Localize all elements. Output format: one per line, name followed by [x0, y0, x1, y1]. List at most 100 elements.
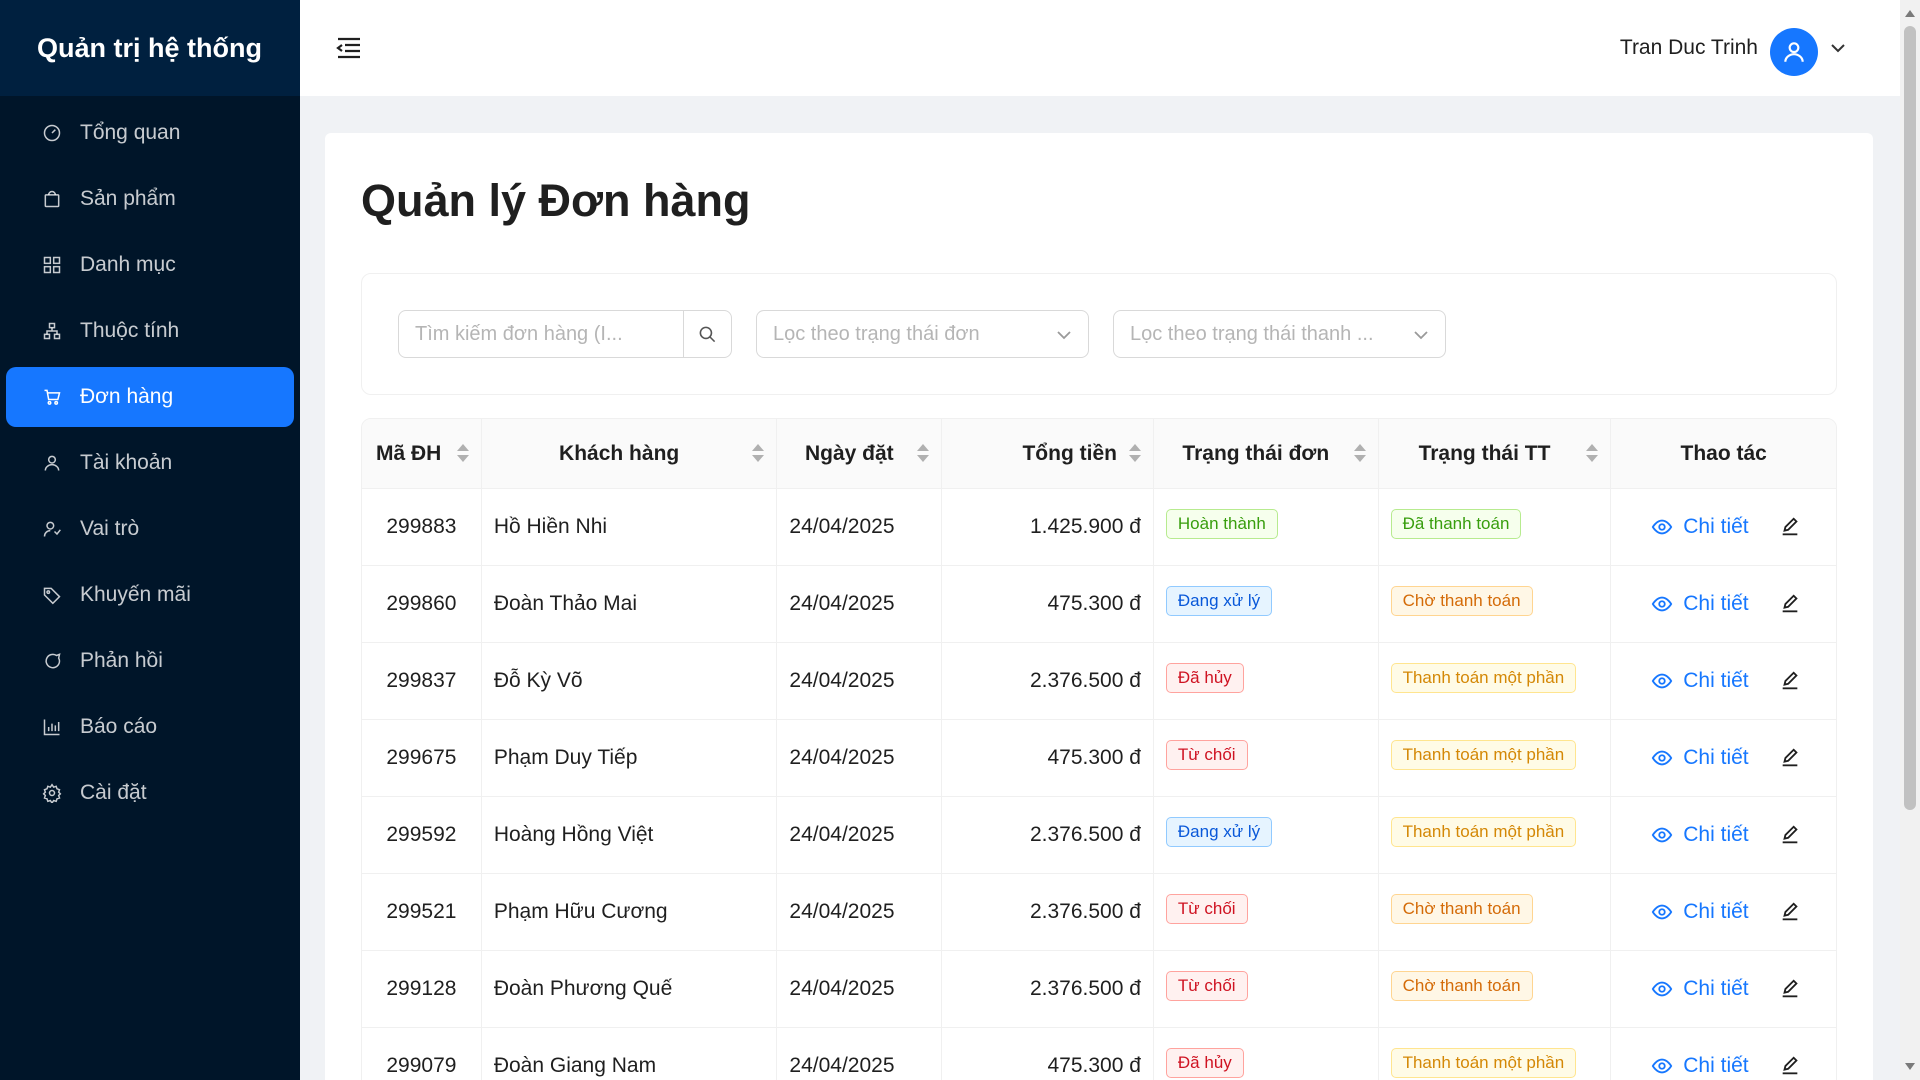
total-cell: 475.300 đ — [942, 720, 1154, 796]
table-row: 299128 Đoàn Phương Quế 24/04/2025 2.376.500… — [362, 951, 1836, 1028]
sidebar-item-label: Vai trò — [80, 517, 140, 540]
customer-cell: Phạm Duy Tiếp — [482, 720, 778, 796]
payment-status-badge: Chờ thanh toán — [1390, 586, 1533, 616]
order-id-cell: 299837 — [362, 643, 482, 719]
table-row: 299079 Đoàn Giang Nam 24/04/2025 475.300 đ Đ… — [362, 1028, 1836, 1080]
detail-button[interactable]: Chi tiết — [1651, 669, 1749, 693]
actions-cell: Chi tiết — [1611, 566, 1836, 642]
detail-button[interactable]: Chi tiết — [1651, 823, 1749, 847]
edit-icon[interactable] — [1779, 978, 1801, 1000]
detail-button[interactable]: Chi tiết — [1651, 746, 1749, 770]
order-id-cell: 299860 — [362, 566, 482, 642]
sort-icon[interactable] — [1128, 444, 1141, 464]
edit-icon[interactable] — [1779, 593, 1801, 615]
detail-button[interactable]: Chi tiết — [1651, 515, 1749, 539]
column-header-order-status[interactable]: Trạng thái đơn — [1154, 419, 1379, 488]
order-status-badge: Từ chối — [1165, 740, 1248, 770]
chevron-down-icon[interactable] — [1830, 40, 1846, 56]
edit-icon[interactable] — [1779, 516, 1801, 538]
order-id-cell: 299675 — [362, 720, 482, 796]
column-header-payment-status[interactable]: Trạng thái TT — [1379, 419, 1612, 488]
sort-icon[interactable] — [1586, 444, 1599, 464]
sidebar-item-khuyen-mai[interactable]: Khuyến mãi — [6, 565, 294, 625]
order-id-cell: 299128 — [362, 951, 482, 1027]
sidebar-item-label: Cài đặt — [80, 781, 147, 804]
order-status-filter[interactable]: Lọc theo trạng thái đơn — [756, 310, 1089, 358]
sidebar-item-cai-dat[interactable]: Cài đặt — [6, 763, 294, 823]
detail-button[interactable]: Chi tiết — [1651, 1054, 1749, 1078]
shopping-bag-icon — [42, 189, 62, 209]
column-header-order-date[interactable]: Ngày đặt — [777, 419, 943, 488]
sidebar-item-label: Đơn hàng — [80, 385, 174, 408]
column-header-total[interactable]: Tổng tiền — [942, 419, 1154, 488]
actions-cell: Chi tiết — [1611, 797, 1836, 873]
actions-cell: Chi tiết — [1611, 1028, 1836, 1080]
order-status-badge: Từ chối — [1165, 971, 1248, 1001]
sort-icon[interactable] — [456, 444, 469, 464]
detail-button[interactable]: Chi tiết — [1651, 900, 1749, 924]
column-header-actions: Thao tác — [1611, 419, 1836, 488]
sidebar-item-tong-quan[interactable]: Tổng quan — [6, 103, 294, 163]
tag-icon — [42, 585, 62, 605]
column-header-order-id[interactable]: Mã ĐH — [362, 419, 482, 488]
actions-cell: Chi tiết — [1611, 643, 1836, 719]
sidebar-item-label: Sản phẩm — [80, 187, 176, 210]
sidebar-item-bao-cao[interactable]: Báo cáo — [6, 697, 294, 757]
order-status-badge: Đang xử lý — [1165, 586, 1273, 616]
detail-label: Chi tiết — [1683, 746, 1749, 769]
column-label: Mã ĐH — [376, 441, 442, 465]
detail-button[interactable]: Chi tiết — [1651, 592, 1749, 616]
order-status-cell: Từ chối — [1154, 874, 1379, 950]
order-date-cell: 24/04/2025 — [777, 643, 943, 719]
payment-status-badge: Thanh toán một phần — [1390, 663, 1577, 693]
search-box — [398, 310, 732, 358]
sidebar-item-vai-tro[interactable]: Vai trò — [6, 499, 294, 559]
payment-status-cell: Thanh toán một phần — [1379, 797, 1612, 873]
sidebar-item-tai-khoan[interactable]: Tài khoản — [6, 433, 294, 493]
edit-icon[interactable] — [1779, 1055, 1801, 1077]
sidebar-item-don-hang[interactable]: Đơn hàng — [6, 367, 294, 427]
table-header: Mã ĐH Khách hàng Ngày đặt Tổng tiền Trạn… — [362, 419, 1836, 489]
sort-icon[interactable] — [917, 444, 930, 464]
sort-icon[interactable] — [1353, 444, 1366, 464]
sort-icon[interactable] — [752, 444, 765, 464]
edit-icon[interactable] — [1779, 901, 1801, 923]
scrollbar-thumb[interactable] — [1904, 26, 1916, 810]
detail-label: Chi tiết — [1683, 1054, 1749, 1077]
search-button[interactable] — [683, 311, 731, 357]
avatar[interactable] — [1770, 28, 1818, 76]
actions-cell: Chi tiết — [1611, 489, 1836, 565]
order-status-badge: Đã hủy — [1165, 663, 1244, 693]
customer-cell: Đoàn Giang Nam — [482, 1028, 778, 1080]
column-label: Thao tác — [1680, 441, 1767, 465]
payment-status-filter[interactable]: Lọc theo trạng thái thanh ... — [1113, 310, 1446, 358]
scroll-down-arrow-icon[interactable] — [1905, 1063, 1915, 1070]
page-scrollbar[interactable] — [1900, 0, 1920, 1080]
edit-icon[interactable] — [1779, 824, 1801, 846]
sidebar-item-danh-muc[interactable]: Danh mục — [6, 235, 294, 295]
column-header-customer[interactable]: Khách hàng — [482, 419, 778, 488]
message-icon — [42, 651, 62, 671]
edit-icon[interactable] — [1779, 670, 1801, 692]
total-cell: 2.376.500 đ — [942, 797, 1154, 873]
orders-table: Mã ĐH Khách hàng Ngày đặt Tổng tiền Trạn… — [361, 418, 1837, 1080]
user-icon — [42, 453, 62, 473]
page-title: Quản lý Đơn hàng — [361, 175, 751, 226]
table-row: 299837 Đỗ Kỳ Võ 24/04/2025 2.376.500 đ Đã hủ… — [362, 643, 1836, 720]
table-body: 299883 Hồ Hiền Nhi 24/04/2025 1.425.900 đ Ho… — [362, 489, 1836, 1080]
menu-fold-icon[interactable] — [336, 36, 362, 60]
detail-button[interactable]: Chi tiết — [1651, 977, 1749, 1001]
detail-label: Chi tiết — [1683, 977, 1749, 1000]
user-name[interactable]: Tran Duc Trinh — [1620, 36, 1758, 60]
scroll-up-arrow-icon[interactable] — [1905, 10, 1915, 17]
filter-bar: Lọc theo trạng thái đơn Lọc theo trạng t… — [361, 273, 1837, 395]
sidebar-item-thuoc-tinh[interactable]: Thuộc tính — [6, 301, 294, 361]
search-input[interactable] — [399, 311, 683, 357]
payment-status-badge: Chờ thanh toán — [1390, 894, 1533, 924]
detail-label: Chi tiết — [1683, 823, 1749, 846]
edit-icon[interactable] — [1779, 747, 1801, 769]
payment-status-badge: Thanh toán một phần — [1390, 817, 1577, 847]
sidebar-item-phan-hoi[interactable]: Phản hồi — [6, 631, 294, 691]
sidebar-item-san-pham[interactable]: Sản phẩm — [6, 169, 294, 229]
order-status-filter-placeholder: Lọc theo trạng thái đơn — [773, 322, 980, 345]
